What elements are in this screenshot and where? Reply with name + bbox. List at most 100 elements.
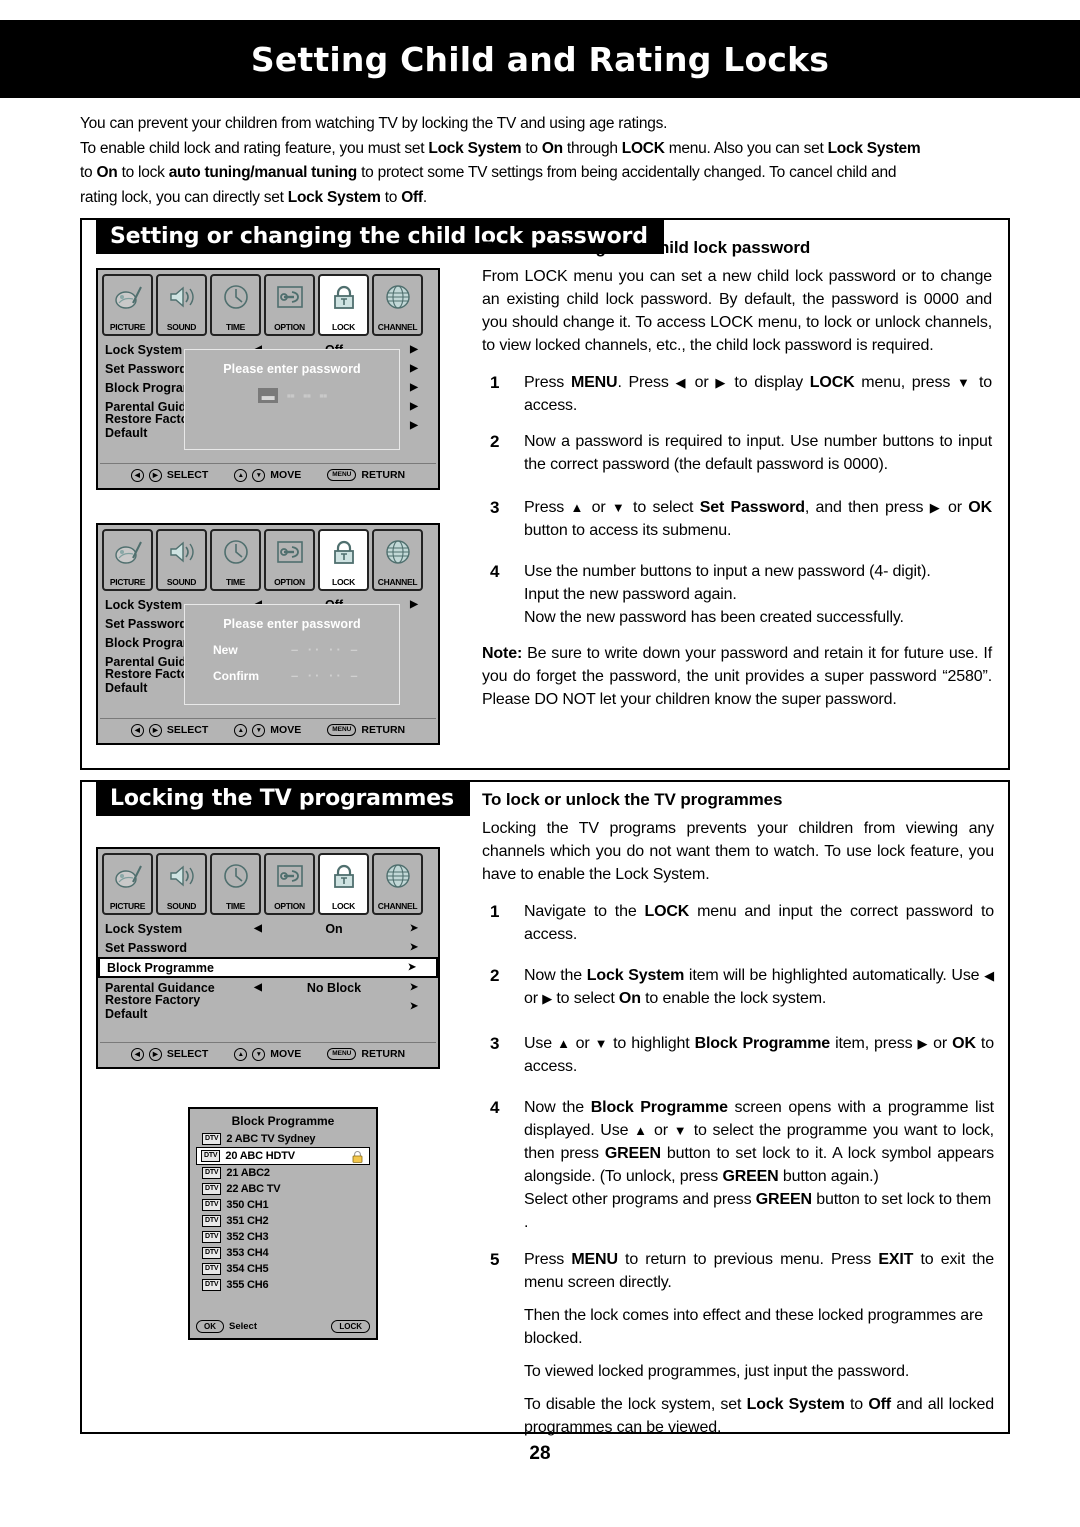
right-arrow-icon[interactable]: ▶ — [397, 599, 431, 610]
right-arrow-icon[interactable]: ➤ — [395, 962, 429, 973]
osd-row-lock-system[interactable]: Lock System ◀ On ➤ — [98, 919, 438, 938]
osd-tab-lock[interactable]: LOCK — [318, 853, 369, 915]
left-arrow-icon: ◀ — [130, 723, 144, 737]
osd-tab-label: LOCK — [332, 901, 355, 911]
clock-icon — [212, 280, 259, 314]
osd-tab-option[interactable]: OPTION — [264, 274, 315, 336]
new-password-row[interactable]: New – ·· ·· – — [185, 642, 399, 657]
password-instructions: To set or change the child lock password… — [482, 238, 992, 711]
right-arrow-icon[interactable]: ➤ — [397, 942, 431, 953]
page-title-banner: Setting Child and Rating Locks — [0, 20, 1080, 98]
password-digit-row[interactable]: ▬ ▪▪ ▪▪ ▪▪ — [185, 388, 399, 403]
channel-name: 20 ABC HDTV — [225, 1150, 295, 1162]
left-arrow-icon[interactable]: ◀ — [245, 923, 271, 934]
down-arrow-icon: ▼ — [252, 723, 266, 737]
osd-tab-sound[interactable]: SOUND — [156, 274, 207, 336]
right-arrow-icon[interactable]: ➤ — [397, 923, 431, 934]
dtv-badge: DTV — [201, 1150, 221, 1162]
step-number: 3 — [490, 498, 500, 517]
ok-button-pill[interactable]: OK — [196, 1319, 224, 1333]
lock-icon — [320, 859, 367, 893]
password-digit-3[interactable]: ▪▪ — [319, 388, 327, 403]
osd-tab-label: LOCK — [332, 322, 355, 332]
osd-tab-picture[interactable]: PICTURE — [102, 529, 153, 591]
left-arrow-icon: ◀ — [675, 375, 688, 390]
channel-list-item[interactable]: DTV 354 CH5 — [196, 1261, 370, 1277]
picture-icon — [104, 535, 151, 569]
osd-tab-picture[interactable]: PICTURE — [102, 274, 153, 336]
option-icon — [266, 859, 313, 893]
confirm-password-value[interactable]: – ·· ·· – — [291, 668, 361, 683]
hint-select: ◀ ▶ SELECT — [130, 723, 208, 737]
step-subline: To viewed locked programmes, just input … — [524, 1363, 910, 1380]
osd-tab-time[interactable]: TIME — [210, 529, 261, 591]
osd-tab-option[interactable]: OPTION — [264, 853, 315, 915]
right-arrow-icon[interactable]: ▶ — [397, 344, 431, 355]
osd-tab-lock[interactable]: LOCK — [318, 274, 369, 336]
globe-icon — [374, 859, 421, 893]
osd-tab-channel[interactable]: CHANNEL — [372, 274, 423, 336]
right-arrow-icon[interactable]: ▶ — [397, 382, 431, 393]
down-arrow-icon: ▼ — [594, 1036, 609, 1051]
channel-list-item[interactable]: DTV 2 ABC TV Sydney — [196, 1131, 370, 1147]
section-locking-tv-programmes: Locking the TV programmes PICTURE SOUND … — [80, 780, 1010, 1436]
step-item: 2 Now the Lock System item will be highl… — [490, 966, 994, 1007]
down-arrow-icon: ▼ — [673, 1123, 688, 1138]
channel-list-item[interactable]: DTV 353 CH4 — [196, 1245, 370, 1261]
option-icon — [266, 280, 313, 314]
osd-tab-time[interactable]: TIME — [210, 274, 261, 336]
channel-list-item[interactable]: DTV 350 CH1 — [196, 1197, 370, 1213]
osd-menu-tabs[interactable]: PICTURE SOUND TIME OPTION LOCK CHANNEL — [98, 270, 438, 336]
right-arrow-icon: ▶ — [148, 468, 162, 482]
right-arrow-icon[interactable]: ▶ — [397, 401, 431, 412]
password-digit-0[interactable]: ▬ — [257, 388, 278, 403]
step-text: Press — [524, 499, 571, 516]
hint-return: MENU RETURN — [327, 724, 405, 736]
password-entry-popup: Please enter password ▬ ▪▪ ▪▪ ▪▪ — [184, 349, 400, 450]
osd-tab-channel[interactable]: CHANNEL — [372, 529, 423, 591]
osd-tab-label: CHANNEL — [377, 577, 418, 587]
channel-list-item[interactable]: DTV 22 ABC TV — [196, 1181, 370, 1197]
hint-move-label: MOVE — [270, 724, 302, 736]
osd-tab-option[interactable]: OPTION — [264, 529, 315, 591]
osd-row-block-programme[interactable]: Block Programme ➤ — [98, 957, 438, 978]
channel-list-item[interactable]: DTV 21 ABC2 — [196, 1165, 370, 1181]
locking-heading: To lock or unlock the TV programmes — [482, 790, 783, 809]
right-arrow-icon[interactable]: ➤ — [397, 982, 431, 993]
osd-tab-lock[interactable]: LOCK — [318, 529, 369, 591]
right-arrow-icon[interactable]: ▶ — [397, 420, 431, 431]
new-password-value[interactable]: – ·· ·· – — [291, 642, 361, 657]
password-digit-2[interactable]: ▪▪ — [303, 388, 311, 403]
osd-tab-picture[interactable]: PICTURE — [102, 853, 153, 915]
osd-tab-sound[interactable]: SOUND — [156, 529, 207, 591]
osd-tab-label: PICTURE — [109, 322, 146, 332]
left-arrow-icon[interactable]: ◀ — [245, 982, 271, 993]
osd-screenshot-password-entry: PICTURE SOUND TIME OPTION LOCK CHANNEL L… — [96, 268, 440, 490]
osd-tab-channel[interactable]: CHANNEL — [372, 853, 423, 915]
channel-list-item[interactable]: DTV 355 CH6 — [196, 1277, 370, 1293]
right-arrow-icon: ▶ — [917, 1036, 929, 1051]
channel-list-item[interactable]: DTV 20 ABC HDTV — [196, 1147, 370, 1165]
osd-menu-tabs[interactable]: PICTURE SOUND TIME OPTION LOCK CHANNEL — [98, 525, 438, 591]
right-arrow-icon: ▶ — [148, 723, 162, 737]
right-arrow-icon[interactable]: ▶ — [397, 363, 431, 374]
osd-tab-time[interactable]: TIME — [210, 853, 261, 915]
page-title: Setting Child and Rating Locks — [250, 39, 830, 79]
up-arrow-icon: ▲ — [234, 468, 248, 482]
globe-icon — [374, 535, 421, 569]
lock-button-pill[interactable]: LOCK — [331, 1319, 370, 1333]
osd-row-set-password[interactable]: Set Password ➤ — [98, 938, 438, 957]
osd-row-restore-factory-default[interactable]: Restore Factory Default ➤ — [98, 993, 438, 1021]
hint-return: MENU RETURN — [327, 469, 405, 481]
osd-tab-sound[interactable]: SOUND — [156, 853, 207, 915]
channel-name: 350 CH1 — [226, 1199, 269, 1211]
step-number: 2 — [490, 432, 500, 451]
step-item: 4 Use the number buttons to input a new … — [482, 560, 992, 629]
password-digit-1[interactable]: ▪▪ — [287, 388, 295, 403]
channel-list-item[interactable]: DTV 352 CH3 — [196, 1229, 370, 1245]
confirm-password-row[interactable]: Confirm – ·· ·· – — [185, 668, 399, 683]
right-arrow-icon[interactable]: ➤ — [397, 1001, 431, 1012]
osd-menu-rows: Lock System ◀ On ➤ Set Password ➤ Block … — [98, 915, 438, 1021]
osd-menu-tabs[interactable]: PICTURE SOUND TIME OPTION LOCK CHANNEL — [98, 849, 438, 915]
channel-list-item[interactable]: DTV 351 CH2 — [196, 1213, 370, 1229]
